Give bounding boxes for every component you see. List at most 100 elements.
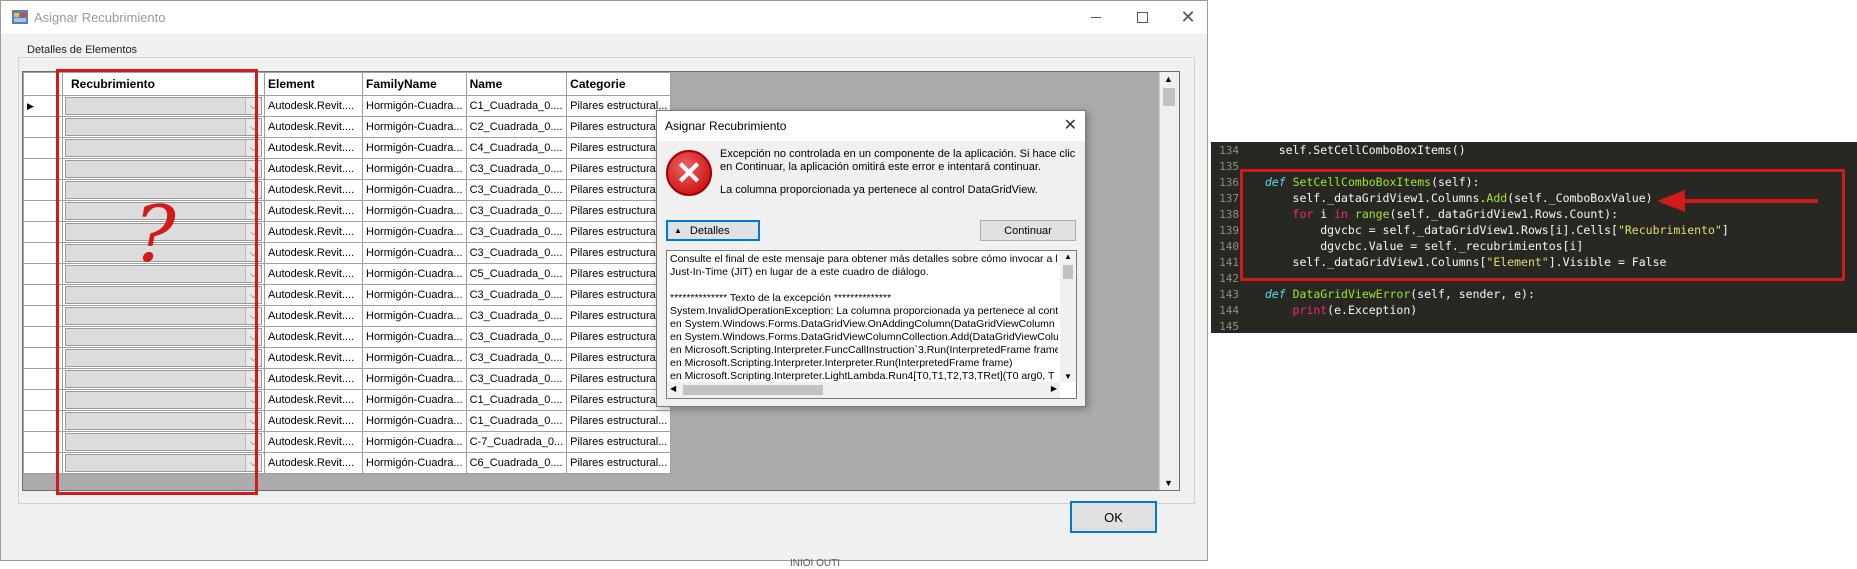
details-horizontal-scrollbar[interactable]: ◀ ▶ bbox=[667, 382, 1060, 398]
name-cell[interactable]: C3_Cuadrada_0.... bbox=[465, 242, 568, 264]
name-cell[interactable]: C2_Cuadrada_0.... bbox=[465, 116, 568, 138]
familyname-cell[interactable]: Hormigón-Cuadra... bbox=[362, 179, 467, 201]
element-cell[interactable]: Autodesk.Revit.... bbox=[264, 431, 363, 453]
element-cell[interactable]: Autodesk.Revit.... bbox=[264, 179, 363, 201]
details-text: Consulte el final de este mensaje para o… bbox=[670, 253, 1058, 383]
name-cell[interactable]: C3_Cuadrada_0.... bbox=[465, 284, 568, 306]
line-number: 141 bbox=[1219, 256, 1239, 269]
familyname-cell[interactable]: Hormigón-Cuadra... bbox=[362, 137, 467, 159]
line-number: 144 bbox=[1219, 304, 1239, 317]
name-cell[interactable]: C1_Cuadrada_0.... bbox=[465, 389, 568, 411]
app-icon bbox=[12, 10, 28, 24]
familyname-cell[interactable]: Hormigón-Cuadra... bbox=[362, 305, 467, 327]
scroll-up-icon[interactable]: ▲ bbox=[1164, 74, 1173, 84]
ok-button[interactable]: OK bbox=[1070, 501, 1157, 533]
triangle-up-icon: ▲ bbox=[674, 226, 682, 235]
name-cell[interactable]: C1_Cuadrada_0.... bbox=[465, 95, 568, 117]
element-cell[interactable]: Autodesk.Revit.... bbox=[264, 137, 363, 159]
element-cell[interactable]: Autodesk.Revit.... bbox=[264, 389, 363, 411]
scroll-right-icon[interactable]: ▶ bbox=[1051, 384, 1057, 393]
name-cell[interactable]: C3_Cuadrada_0.... bbox=[465, 305, 568, 327]
element-cell[interactable]: Autodesk.Revit.... bbox=[264, 95, 363, 117]
name-cell[interactable]: C3_Cuadrada_0.... bbox=[465, 368, 568, 390]
element-cell[interactable]: Autodesk.Revit.... bbox=[264, 284, 363, 306]
window-title: Asignar Recubrimiento bbox=[34, 10, 166, 25]
details-textbox[interactable]: Consulte el final de este mensaje para o… bbox=[666, 250, 1077, 399]
familyname-cell[interactable]: Hormigón-Cuadra... bbox=[362, 452, 467, 474]
familyname-cell[interactable]: Hormigón-Cuadra... bbox=[362, 242, 467, 264]
maximize-button[interactable] bbox=[1119, 1, 1165, 34]
scroll-left-icon[interactable]: ◀ bbox=[670, 384, 676, 393]
annotation-arrow-shaft bbox=[1683, 199, 1818, 203]
element-cell[interactable]: Autodesk.Revit.... bbox=[264, 452, 363, 474]
dialog-close-icon[interactable]: ✕ bbox=[1064, 115, 1077, 135]
close-button[interactable]: ✕ bbox=[1165, 1, 1211, 34]
familyname-cell[interactable]: Hormigón-Cuadra... bbox=[362, 347, 467, 369]
scroll-thumb[interactable] bbox=[1163, 88, 1175, 106]
familyname-cell[interactable]: Hormigón-Cuadra... bbox=[362, 95, 467, 117]
title-bar: Asignar Recubrimiento ✕ bbox=[1, 1, 1207, 34]
familyname-cell[interactable]: Hormigón-Cuadra... bbox=[362, 410, 467, 432]
name-cell[interactable]: C6_Cuadrada_0.... bbox=[465, 452, 568, 474]
familyname-cell[interactable]: Hormigón-Cuadra... bbox=[362, 221, 467, 243]
name-cell[interactable]: C3_Cuadrada_0.... bbox=[465, 326, 568, 348]
details-line: en Microsoft.Scripting.Interpreter.FuncC… bbox=[670, 344, 1058, 356]
scroll-thumb[interactable] bbox=[1063, 265, 1073, 279]
scroll-down-icon[interactable]: ▼ bbox=[1164, 478, 1173, 488]
name-cell[interactable]: C3_Cuadrada_0.... bbox=[465, 347, 568, 369]
column-header-name[interactable]: Name bbox=[465, 72, 568, 96]
column-header-familyname[interactable]: FamilyName bbox=[362, 72, 467, 96]
element-cell[interactable]: Autodesk.Revit.... bbox=[264, 200, 363, 222]
element-cell[interactable]: Autodesk.Revit.... bbox=[264, 326, 363, 348]
name-cell[interactable]: C3_Cuadrada_0.... bbox=[465, 158, 568, 180]
name-cell[interactable]: C3_Cuadrada_0.... bbox=[465, 200, 568, 222]
dialog-title-bar: Asignar Recubrimiento ✕ bbox=[657, 111, 1085, 141]
element-cell[interactable]: Autodesk.Revit.... bbox=[264, 242, 363, 264]
error-icon: ✕ bbox=[666, 150, 712, 196]
minimize-button[interactable] bbox=[1073, 1, 1119, 34]
familyname-cell[interactable]: Hormigón-Cuadra... bbox=[362, 326, 467, 348]
familyname-cell[interactable]: Hormigón-Cuadra... bbox=[362, 200, 467, 222]
scroll-down-icon[interactable]: ▼ bbox=[1064, 372, 1072, 381]
dialog-title: Asignar Recubrimiento bbox=[665, 119, 787, 133]
element-cell[interactable]: Autodesk.Revit.... bbox=[264, 305, 363, 327]
annotation-red-box bbox=[56, 69, 258, 495]
element-cell[interactable]: Autodesk.Revit.... bbox=[264, 158, 363, 180]
familyname-cell[interactable]: Hormigón-Cuadra... bbox=[362, 284, 467, 306]
familyname-cell[interactable]: Hormigón-Cuadra... bbox=[362, 389, 467, 411]
element-cell[interactable]: Autodesk.Revit.... bbox=[264, 368, 363, 390]
grid-vertical-scrollbar[interactable]: ▲ ▼ bbox=[1159, 72, 1179, 490]
element-cell[interactable]: Autodesk.Revit.... bbox=[264, 410, 363, 432]
line-number: 139 bbox=[1219, 224, 1239, 237]
column-header-element[interactable]: Element bbox=[264, 72, 363, 96]
line-number: 140 bbox=[1219, 240, 1239, 253]
categorie-cell[interactable]: Pilares estructural... bbox=[566, 452, 672, 474]
details-line: en System.Windows.Forms.DataGridView.OnA… bbox=[670, 318, 1058, 330]
details-button[interactable]: ▲ Detalles bbox=[666, 220, 760, 241]
categorie-cell[interactable]: Pilares estructural... bbox=[566, 431, 672, 453]
familyname-cell[interactable]: Hormigón-Cuadra... bbox=[362, 368, 467, 390]
name-cell[interactable]: C5_Cuadrada_0.... bbox=[465, 263, 568, 285]
familyname-cell[interactable]: Hormigón-Cuadra... bbox=[362, 116, 467, 138]
familyname-cell[interactable]: Hormigón-Cuadra... bbox=[362, 158, 467, 180]
name-cell[interactable]: C-7_Cuadrada_0... bbox=[465, 431, 568, 453]
name-cell[interactable]: C1_Cuadrada_0.... bbox=[465, 410, 568, 432]
scroll-thumb[interactable] bbox=[683, 385, 823, 395]
continue-button[interactable]: Continuar bbox=[980, 220, 1076, 241]
column-header-categorie[interactable]: Categorie bbox=[566, 72, 672, 96]
name-cell[interactable]: C3_Cuadrada_0.... bbox=[465, 221, 568, 243]
details-vertical-scrollbar[interactable]: ▲ ▼ bbox=[1060, 251, 1076, 382]
element-cell[interactable]: Autodesk.Revit.... bbox=[264, 221, 363, 243]
familyname-cell[interactable]: Hormigón-Cuadra... bbox=[362, 431, 467, 453]
familyname-cell[interactable]: Hormigón-Cuadra... bbox=[362, 263, 467, 285]
name-cell[interactable]: C4_Cuadrada_0.... bbox=[465, 137, 568, 159]
element-cell[interactable]: Autodesk.Revit.... bbox=[264, 263, 363, 285]
name-cell[interactable]: C3_Cuadrada_0.... bbox=[465, 179, 568, 201]
element-cell[interactable]: Autodesk.Revit.... bbox=[264, 116, 363, 138]
scroll-up-icon[interactable]: ▲ bbox=[1064, 252, 1072, 261]
details-line: System.InvalidOperationException: La col… bbox=[670, 305, 1058, 317]
details-button-label: Detalles bbox=[689, 224, 730, 237]
categorie-cell[interactable]: Pilares estructural... bbox=[566, 410, 672, 432]
element-cell[interactable]: Autodesk.Revit.... bbox=[264, 347, 363, 369]
dialog-error-detail: La columna proporcionada ya pertenece al… bbox=[720, 184, 1038, 196]
